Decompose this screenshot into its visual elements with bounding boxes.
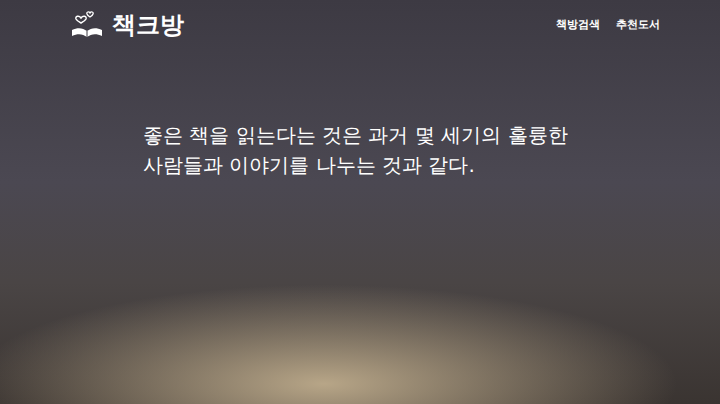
brand-link[interactable]: 책크방 — [70, 10, 184, 40]
nav-link[interactable]: 추천도서 — [616, 17, 660, 34]
quote-line: 사람들과 이야기를 나누는 것과 같다. — [143, 150, 660, 180]
quote-line: 좋은 책을 읽는다는 것은 과거 몇 세기의 훌륭한 — [143, 120, 660, 150]
nav-link[interactable]: 책방검색 — [556, 17, 600, 34]
hero-section: 책크방 책방검색 추천도서 좋은 책을 읽는다는 것은 과거 몇 세기의 훌륭한사… — [0, 0, 720, 404]
header: 책크방 책방검색 추천도서 — [0, 0, 720, 44]
book-hearts-icon — [70, 10, 104, 40]
hero-quote: 좋은 책을 읽는다는 것은 과거 몇 세기의 훌륭한사람들과 이야기를 나누는 … — [0, 44, 720, 180]
site-title: 책크방 — [112, 11, 184, 40]
main-nav: 책방검색 추천도서 — [556, 17, 660, 34]
